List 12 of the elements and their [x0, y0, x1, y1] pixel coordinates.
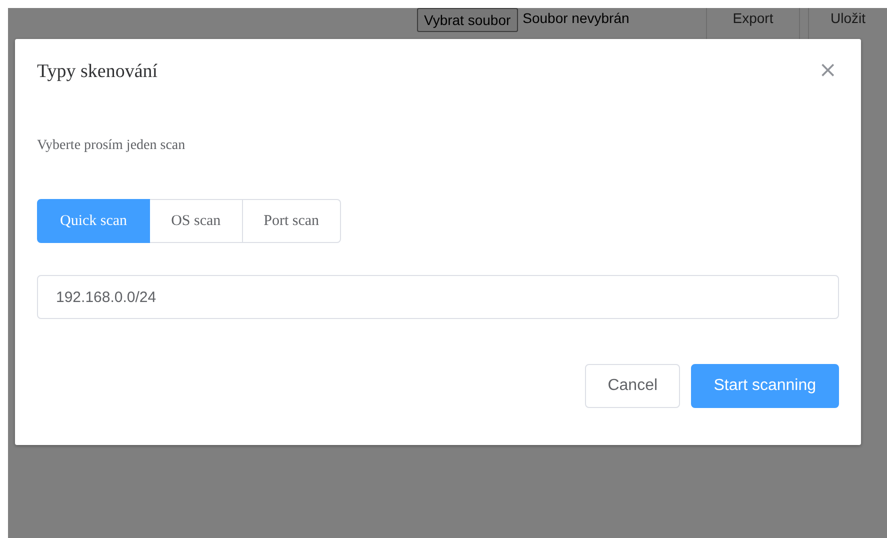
scan-type-tab[interactable]: Port scan — [242, 199, 342, 243]
close-button[interactable]: × — [818, 63, 837, 79]
scan-type-tab[interactable]: Quick scan — [37, 199, 150, 243]
start-scanning-button[interactable]: Start scanning — [690, 364, 839, 408]
dialog-title: Typy skenování — [37, 61, 158, 83]
cancel-button[interactable]: Cancel — [584, 364, 680, 408]
prompt-text: Vyberte prosím jeden scan — [37, 138, 186, 154]
choose-file-button[interactable]: Vybrat soubor — [417, 8, 518, 32]
toolbar-button[interactable]: Export — [706, 8, 800, 40]
scan-type-tab[interactable]: OS scan — [150, 199, 243, 243]
target-input-field[interactable]: 192.168.0.0/24 — [37, 275, 839, 319]
file-status: Soubor nevybrán — [522, 9, 630, 26]
